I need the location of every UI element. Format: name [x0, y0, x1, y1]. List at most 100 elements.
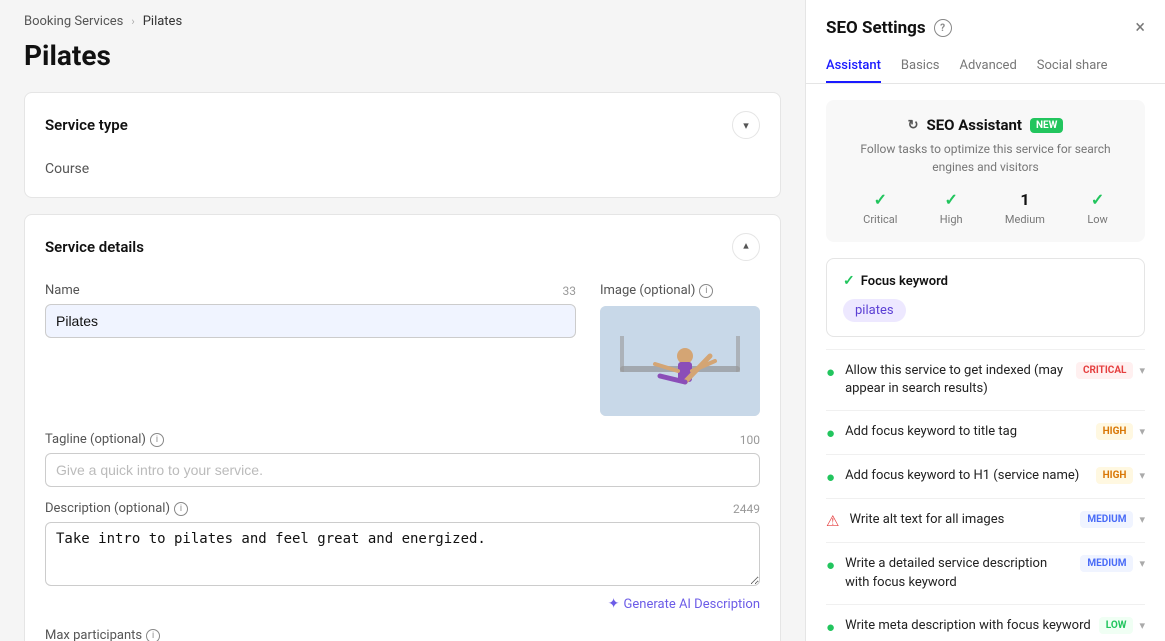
- assistant-description: Follow tasks to optimize this service fo…: [842, 140, 1129, 176]
- tab-social-share[interactable]: Social share: [1037, 50, 1108, 83]
- breadcrumb: Booking Services › Pilates: [24, 0, 781, 39]
- tagline-info-icon[interactable]: i: [150, 433, 164, 447]
- task-status-icon: ●: [826, 556, 835, 574]
- service-type-chevron[interactable]: ▾: [732, 111, 760, 139]
- image-label: Image (optional) i: [600, 283, 760, 298]
- task-item: ● Allow this service to get indexed (may…: [826, 349, 1145, 410]
- task-item: ● Add focus keyword to title tag HIGH ▾: [826, 410, 1145, 454]
- name-label-row: Name 33: [45, 283, 576, 298]
- breadcrumb-separator: ›: [131, 15, 134, 28]
- generate-ai-button[interactable]: ✦ Generate AI Description: [45, 596, 760, 612]
- task-left: ● Write meta description with focus keyw…: [826, 617, 1091, 636]
- name-field-group: Name 33: [45, 283, 576, 338]
- focus-keyword-check-icon: ✓: [843, 273, 855, 289]
- seo-title: SEO Settings ?: [826, 18, 952, 38]
- score-critical: ✓ Critical: [863, 190, 897, 226]
- task-expand-icon[interactable]: ▾: [1139, 425, 1145, 438]
- task-status-icon: ⚠: [826, 512, 839, 530]
- seo-help-icon[interactable]: ?: [934, 19, 952, 37]
- tagline-field-group: Tagline (optional) i 100: [45, 432, 760, 487]
- tab-basics[interactable]: Basics: [901, 50, 940, 83]
- score-high-check: ✓: [944, 190, 957, 209]
- focus-keyword-card[interactable]: ✓ Focus keyword pilates: [826, 258, 1145, 337]
- tab-advanced[interactable]: Advanced: [959, 50, 1016, 83]
- focus-keyword-chip: pilates: [843, 299, 906, 322]
- task-right: CRITICAL ▾: [1076, 362, 1145, 379]
- score-medium: 1 Medium: [1005, 190, 1045, 226]
- task-left: ● Write a detailed service description w…: [826, 555, 1072, 591]
- refresh-icon[interactable]: ↻: [908, 118, 919, 133]
- scores-row: ✓ Critical ✓ High 1 Medium ✓ Low: [842, 190, 1129, 226]
- service-type-value: Course: [45, 161, 89, 177]
- ai-icon: ✦: [608, 596, 620, 612]
- task-expand-icon[interactable]: ▾: [1139, 619, 1145, 632]
- task-expand-icon[interactable]: ▾: [1139, 513, 1145, 526]
- breadcrumb-current: Pilates: [143, 14, 182, 29]
- service-type-card: Service type ▾ Course: [24, 92, 781, 198]
- task-right: LOW ▾: [1099, 617, 1145, 634]
- assistant-card-title: ↻ SEO Assistant NEW: [842, 116, 1129, 134]
- task-badge: HIGH: [1096, 423, 1134, 440]
- focus-keyword-label: Focus keyword: [861, 274, 948, 289]
- name-input[interactable]: [45, 304, 576, 338]
- task-expand-icon[interactable]: ▾: [1139, 364, 1145, 377]
- description-label-row: Description (optional) i 2449: [45, 501, 760, 516]
- seo-header: SEO Settings ? ×: [806, 0, 1165, 38]
- task-badge: MEDIUM: [1080, 555, 1133, 572]
- task-text: Allow this service to get indexed (may a…: [845, 362, 1068, 398]
- breadcrumb-parent[interactable]: Booking Services: [24, 14, 123, 29]
- service-type-title: Service type: [45, 116, 128, 134]
- tagline-input[interactable]: [45, 453, 760, 487]
- task-right: HIGH ▾: [1096, 467, 1145, 484]
- task-item: ● Add focus keyword to H1 (service name)…: [826, 454, 1145, 498]
- task-left: ● Add focus keyword to title tag: [826, 423, 1088, 442]
- task-item: ● Write meta description with focus keyw…: [826, 604, 1145, 641]
- task-left: ⚠ Write alt text for all images: [826, 511, 1072, 530]
- description-label: Description (optional) i: [45, 501, 188, 516]
- task-expand-icon[interactable]: ▾: [1139, 557, 1145, 570]
- seo-tabs: Assistant Basics Advanced Social share: [806, 50, 1165, 84]
- score-high-label: High: [940, 213, 963, 226]
- score-critical-label: Critical: [863, 213, 897, 226]
- task-badge: HIGH: [1096, 467, 1134, 484]
- participants-section: Max participants i 12 Participants ▲ ▼: [45, 628, 760, 641]
- score-low: ✓ Low: [1087, 190, 1107, 226]
- score-low-check: ✓: [1091, 190, 1104, 209]
- image-info-icon[interactable]: i: [699, 284, 713, 298]
- service-details-chevron[interactable]: ▾: [732, 233, 760, 261]
- page-title: Pilates: [24, 39, 781, 72]
- tagline-label-row: Tagline (optional) i 100: [45, 432, 760, 447]
- task-item: ● Write a detailed service description w…: [826, 542, 1145, 603]
- task-list: ● Allow this service to get indexed (may…: [826, 349, 1145, 641]
- tagline-count: 100: [740, 433, 760, 447]
- score-critical-check: ✓: [874, 190, 887, 209]
- task-text: Write alt text for all images: [849, 511, 1004, 529]
- focus-keyword-header: ✓ Focus keyword: [843, 273, 1128, 289]
- description-field-group: Description (optional) i 2449 Take intro…: [45, 501, 760, 590]
- task-left: ● Add focus keyword to H1 (service name): [826, 467, 1088, 486]
- task-badge: MEDIUM: [1080, 511, 1133, 528]
- service-type-header[interactable]: Service type ▾: [25, 93, 780, 157]
- service-details-body: Name 33 Image (optional) i: [25, 279, 780, 641]
- service-details-header[interactable]: Service details ▾: [25, 215, 780, 279]
- task-right: HIGH ▾: [1096, 423, 1145, 440]
- description-info-icon[interactable]: i: [174, 502, 188, 516]
- score-high: ✓ High: [940, 190, 963, 226]
- task-expand-icon[interactable]: ▾: [1139, 469, 1145, 482]
- seo-panel: SEO Settings ? × Assistant Basics Advanc…: [805, 0, 1165, 641]
- task-status-icon: ●: [826, 363, 835, 381]
- participants-info-icon[interactable]: i: [146, 629, 160, 641]
- tagline-label: Tagline (optional) i: [45, 432, 164, 447]
- service-details-card: Service details ▾ Name 33 Image (optiona…: [24, 214, 781, 641]
- description-textarea[interactable]: Take intro to pilates and feel great and…: [45, 522, 760, 586]
- task-status-icon: ●: [826, 468, 835, 486]
- tab-assistant[interactable]: Assistant: [826, 50, 881, 83]
- task-right: MEDIUM ▾: [1080, 511, 1145, 528]
- seo-close-button[interactable]: ×: [1135, 19, 1145, 37]
- task-text: Add focus keyword to title tag: [845, 423, 1017, 441]
- name-label: Name: [45, 283, 80, 298]
- image-thumbnail[interactable]: [600, 306, 760, 416]
- main-panel: Booking Services › Pilates Pilates Servi…: [0, 0, 805, 641]
- task-item: ⚠ Write alt text for all images MEDIUM ▾: [826, 498, 1145, 542]
- seo-body: ↻ SEO Assistant NEW Follow tasks to opti…: [806, 84, 1165, 641]
